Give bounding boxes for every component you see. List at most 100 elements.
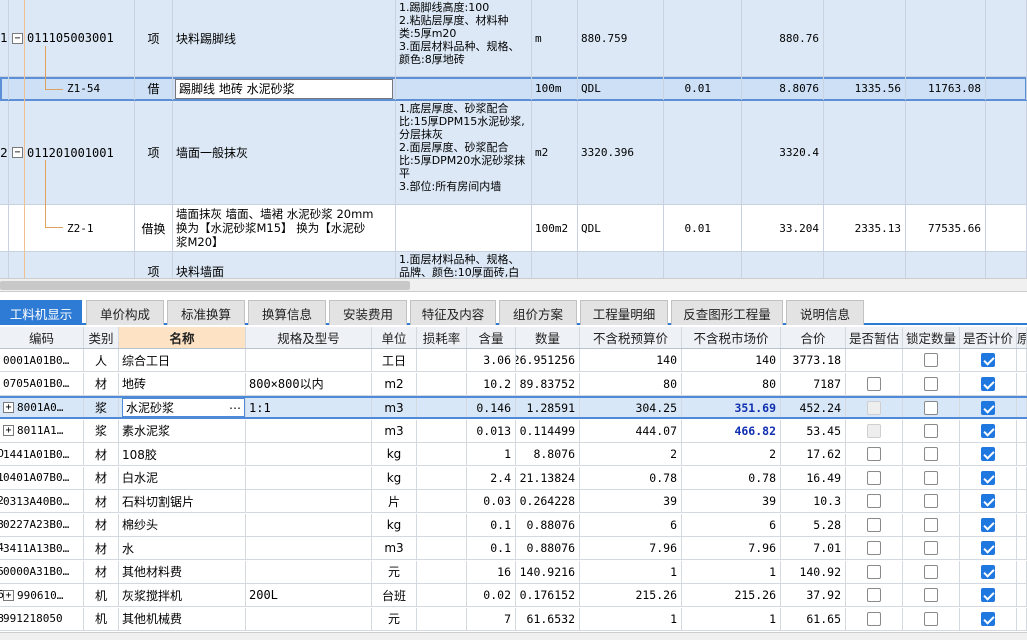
cell-code[interactable]: 0313A40B0… <box>0 490 84 512</box>
cell-content[interactable]: 7 <box>467 607 516 630</box>
priced-checkbox[interactable] <box>981 470 995 485</box>
cell-category[interactable]: 材 <box>84 513 119 536</box>
cell-unit[interactable]: m3 <box>372 398 417 417</box>
cell-quantity[interactable]: 140.9216 <box>516 560 580 583</box>
cell-name[interactable]: 水泥砂浆 ⋯ <box>119 398 246 417</box>
cell-category[interactable]: 浆 <box>84 398 119 417</box>
col-priced[interactable]: 是否计价 <box>960 327 1017 348</box>
lock-qty-checkbox[interactable] <box>924 611 938 626</box>
cell-total[interactable]: 17.62 <box>781 443 846 465</box>
cell-content[interactable]: 1 <box>467 443 516 465</box>
tab-conversion-info[interactable]: 换算信息 <box>248 300 326 325</box>
quota-name[interactable]: 墙面抹灰 墙面、墙裙 水泥砂浆 20mm 换为【水泥砂浆M15】 换为【水泥砂 … <box>173 205 396 251</box>
cell-spec[interactable] <box>246 537 372 559</box>
cell-quantity[interactable]: 0.264228 <box>516 490 580 512</box>
cell-loss-rate[interactable] <box>417 398 467 417</box>
cell-total[interactable]: 53.45 <box>781 419 846 442</box>
cell-total[interactable]: 452.24 <box>781 398 846 417</box>
tab-standard-conversion[interactable]: 标准换算 <box>167 300 245 325</box>
cell-spec[interactable]: 1:1 <box>246 398 372 417</box>
provisional-checkbox[interactable] <box>867 564 881 579</box>
cell-market-price[interactable]: 1 <box>682 560 781 583</box>
bill-row[interactable]: 1 − 011105003001 项 块料踢脚线 1.踢脚线高度:100 2.粘… <box>0 0 1027 77</box>
provisional-checkbox[interactable] <box>867 517 881 532</box>
provisional-checkbox[interactable] <box>867 588 881 602</box>
bill-row[interactable]: 2 − 011201001001 项 墙面一般抹灰 1.底层厚度、砂浆配合 比:… <box>0 101 1027 205</box>
cell-loss-rate[interactable] <box>417 537 467 559</box>
cell-code[interactable]: +8011A1… <box>0 419 84 442</box>
tab-features[interactable]: 特征及内容 <box>410 300 496 325</box>
cell-category[interactable]: 材 <box>84 372 119 395</box>
cell-unit[interactable]: kg <box>372 513 417 536</box>
col-content[interactable]: 含量 <box>467 327 516 348</box>
cell-spec[interactable] <box>246 560 372 583</box>
table-row[interactable]: 0705A01B0… 材 地砖 800×800以内 m2 10.2 89.83752 80 80… <box>0 372 1027 396</box>
quota-feature[interactable] <box>396 77 532 100</box>
cell-name[interactable]: 白水泥 <box>119 466 246 489</box>
cell-content[interactable]: 0.02 <box>467 584 516 606</box>
cell-code[interactable]: 3411A13B0… <box>0 537 84 559</box>
col-original[interactable]: 原 <box>1017 327 1027 348</box>
cell-category[interactable]: 材 <box>84 560 119 583</box>
cell-content[interactable]: 0.1 <box>467 513 516 536</box>
cell-budget-price[interactable]: 444.07 <box>580 419 682 442</box>
cell-quantity[interactable]: 0.88076 <box>516 513 580 536</box>
lock-qty-checkbox[interactable] <box>924 423 938 438</box>
cell-market-price[interactable]: 1 <box>682 607 781 630</box>
cell-total[interactable]: 7.01 <box>781 537 846 559</box>
priced-checkbox[interactable] <box>981 447 995 461</box>
scrollbar-thumb[interactable] <box>0 281 410 290</box>
cell-code[interactable]: 991218050 <box>0 607 84 630</box>
provisional-checkbox[interactable] <box>867 611 881 626</box>
cell-category[interactable]: 人 <box>84 349 119 371</box>
lock-qty-checkbox[interactable] <box>924 564 938 579</box>
tab-labor-material[interactable]: 工料机显示 <box>0 300 82 325</box>
cell-category[interactable]: 材 <box>84 490 119 512</box>
quota-row[interactable]: Z2-1 借换 墙面抹灰 墙面、墙裙 水泥砂浆 20mm 换为【水泥砂浆M15】… <box>0 205 1027 252</box>
lock-qty-checkbox[interactable] <box>924 541 938 555</box>
tab-unit-price[interactable]: 单价构成 <box>86 300 164 325</box>
cell-name[interactable]: 地砖 <box>119 372 246 395</box>
col-market-price[interactable]: 不含税市场价 <box>682 327 781 348</box>
cell-name[interactable]: 综合工日 <box>119 349 246 371</box>
cell-spec[interactable] <box>246 490 372 512</box>
cell-unit[interactable]: kg <box>372 443 417 465</box>
cell-loss-rate[interactable] <box>417 419 467 442</box>
cell-spec[interactable] <box>246 607 372 630</box>
item-qty-expr[interactable] <box>578 252 664 278</box>
cell-unit[interactable]: m3 <box>372 419 417 442</box>
cell-code[interactable]: 0000A31B0… <box>0 560 84 583</box>
bottom-scrollbar[interactable] <box>0 632 1027 640</box>
cell-content[interactable]: 2.4 <box>467 466 516 489</box>
cell-quantity[interactable]: 0.88076 <box>516 537 580 559</box>
cell-loss-rate[interactable] <box>417 607 467 630</box>
cell-budget-price[interactable]: 39 <box>580 490 682 512</box>
cell-name[interactable]: 水 <box>119 537 246 559</box>
cell-category[interactable]: 材 <box>84 466 119 489</box>
quota-name-cell[interactable]: 踢脚线 地砖 水泥砂浆 <box>173 77 396 100</box>
collapse-icon[interactable]: − <box>12 147 23 158</box>
provisional-checkbox[interactable] <box>867 447 881 461</box>
cell-market-price[interactable]: 0.78 <box>682 466 781 489</box>
table-row[interactable]: 0227A23B0… 材 棉纱头 kg 0.1 0.88076 6 6 5.28 3 <box>0 513 1027 537</box>
lock-qty-checkbox[interactable] <box>924 517 938 532</box>
cell-code[interactable]: +8001A0… <box>0 398 84 417</box>
expand-icon[interactable]: + <box>3 589 14 601</box>
item-code-cell[interactable]: − 011105003001 <box>9 0 135 76</box>
item-name[interactable]: 块料踢脚线 <box>173 0 396 76</box>
provisional-checkbox[interactable] <box>867 541 881 555</box>
cell-name[interactable]: 灰浆搅拌机 <box>119 584 246 606</box>
cell-loss-rate[interactable] <box>417 560 467 583</box>
quota-qty-expr[interactable]: QDL <box>578 77 664 100</box>
provisional-checkbox[interactable] <box>867 376 881 391</box>
cell-content[interactable]: 0.013 <box>467 419 516 442</box>
table-row[interactable]: +990610… 机灰浆搅拌机 200L 台班 0.02 0.176152 215.26 21… <box>0 584 1027 607</box>
item-feature[interactable]: 1.底层厚度、砂浆配合 比:15厚DPM15水泥砂浆, 分层抹灰 2.面层厚度、… <box>396 101 532 204</box>
provisional-checkbox[interactable] <box>867 470 881 485</box>
cell-total[interactable]: 5.28 <box>781 513 846 536</box>
cell-quantity[interactable]: 61.6532 <box>516 607 580 630</box>
cell-budget-price[interactable]: 80 <box>580 372 682 395</box>
cell-code[interactable]: +990610… <box>0 584 84 606</box>
more-icon[interactable]: ⋯ <box>229 401 241 415</box>
cell-loss-rate[interactable] <box>417 443 467 465</box>
